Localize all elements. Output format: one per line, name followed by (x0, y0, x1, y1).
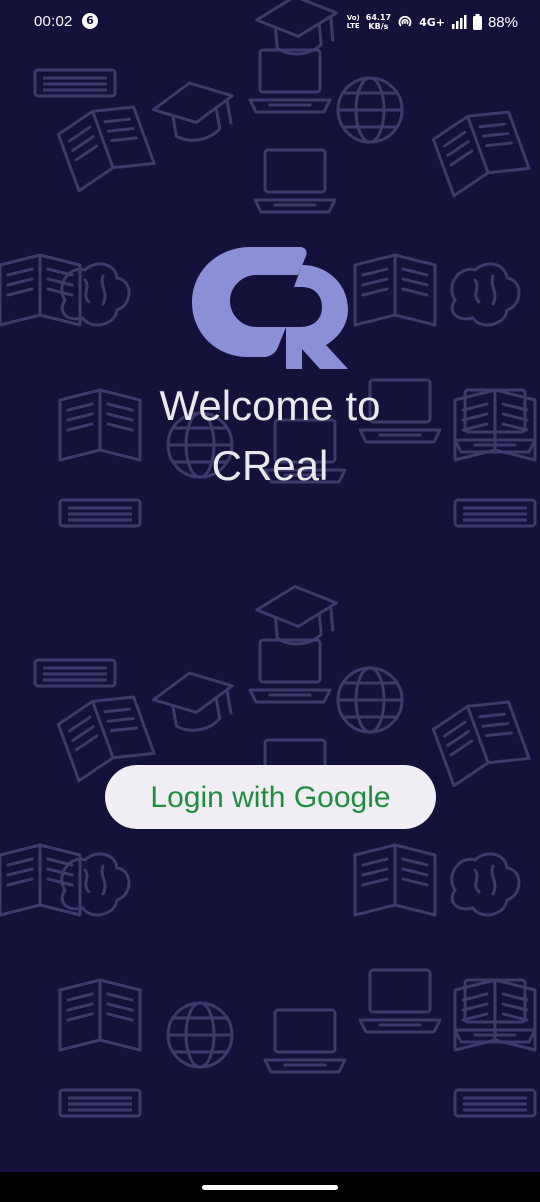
status-icons: Vo) LTE 64.17 KB/s 4G+ 88% (347, 10, 518, 34)
education-doodle-background (0, 0, 540, 1202)
battery-icon (472, 14, 482, 30)
app-name: CReal (211, 442, 329, 489)
welcome-heading: Welcome to CReal (0, 376, 540, 496)
network-speed-value: 64.17 (365, 13, 392, 22)
welcome-screen: 00:02 6 Vo) LTE 64.17 KB/s 4G+ 88% Welco… (0, 0, 540, 1202)
volte-indicator: Vo) LTE (347, 14, 360, 30)
battery-percent: 88% (487, 13, 518, 31)
volte-line1: Vo) (346, 14, 360, 22)
status-time: 00:02 (34, 13, 73, 30)
notification-count-badge: 6 (82, 13, 98, 29)
network-speed-unit: KB/s (368, 22, 389, 31)
login-with-google-button[interactable]: Login with Google (105, 765, 436, 829)
hotspot-icon (398, 15, 412, 27)
home-gesture-handle[interactable] (202, 1185, 338, 1190)
welcome-line-1: Welcome to (159, 382, 381, 429)
creal-logo (192, 247, 348, 369)
signal-icon (451, 15, 467, 29)
volte-line2: LTE (346, 22, 360, 30)
status-bar: 00:02 6 Vo) LTE 64.17 KB/s 4G+ 88% (0, 0, 540, 44)
network-type: 4G+ (419, 15, 445, 29)
network-speed: 64.17 KB/s (366, 13, 391, 31)
